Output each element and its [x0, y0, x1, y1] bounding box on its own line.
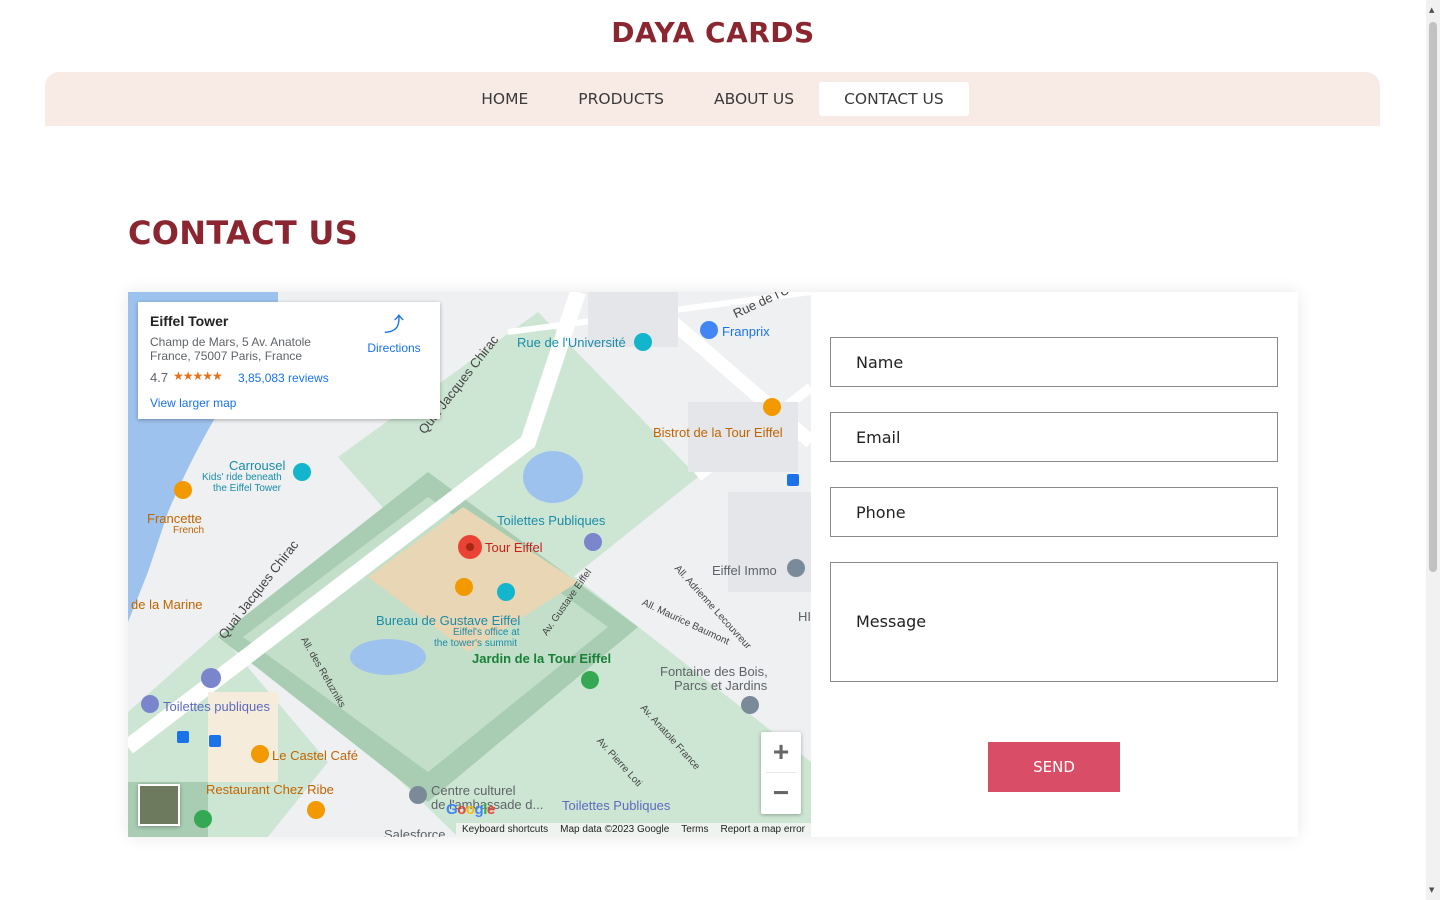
map-label-bureau: Bureau de Gustave Eiffel [376, 613, 521, 628]
main-navbar: HOME PRODUCTS ABOUT US CONTACT US [45, 72, 1380, 126]
zoom-out-button[interactable]: − [761, 773, 801, 813]
place-info-card: Eiffel Tower Champ de Mars, 5 Av. Anatol… [138, 302, 440, 419]
map-label-de-la-marine: de la Marine [131, 597, 203, 612]
phone-field[interactable] [830, 487, 1278, 537]
contact-form: SEND [811, 292, 1298, 837]
satellite-toggle[interactable] [138, 784, 180, 826]
map-label-francette: Francette [147, 511, 202, 526]
contact-page: DAYA CARDS HOME PRODUCTS ABOUT US CONTAC… [0, 0, 1440, 900]
map-label-toilettes-top: Toilettes Publiques [497, 513, 606, 528]
map-label-toilettes-bottom: Toilettes Publiques [562, 798, 671, 813]
map-attribution: Keyboard shortcuts Map data ©2023 Google… [455, 823, 811, 837]
send-button[interactable]: SEND [988, 742, 1120, 792]
place-address: Champ de Mars, 5 Av. Anatole France, 750… [150, 335, 311, 363]
map-label-jardin: Jardin de la Tour Eiffel [472, 651, 612, 666]
nav-item-home[interactable]: HOME [456, 82, 553, 116]
name-field[interactable] [830, 337, 1278, 387]
map-label-bureau-sub2: the tower's summit [434, 638, 518, 649]
nav-items: HOME PRODUCTS ABOUT US CONTACT US [45, 82, 1380, 116]
map-label-carrousel-sub2: the Eiffel Tower [213, 483, 282, 494]
place-rating: 4.7 [150, 370, 169, 385]
directions-icon: ⤴ [384, 314, 404, 336]
keyboard-shortcuts-link[interactable]: Keyboard shortcuts [456, 823, 554, 837]
nav-item-products[interactable]: PRODUCTS [553, 82, 689, 116]
directions-button[interactable]: ⤴ Directions [356, 313, 432, 355]
map-label-fontaine: Fontaine des Bois, [660, 664, 768, 679]
map-label-bistrot: Bistrot de la Tour Eiffel [653, 425, 783, 440]
map-label-fontaine2: Parcs et Jardins [674, 678, 768, 693]
directions-label: Directions [367, 341, 421, 355]
map-label-centre: Centre culturel [431, 783, 516, 798]
scroll-up-icon[interactable]: ▲ [1429, 6, 1434, 14]
map-label-eiffel-immo: Eiffel Immo [712, 563, 777, 578]
page-title: CONTACT US [128, 214, 359, 252]
map-label-rue-universite: Rue de l'Université [517, 335, 626, 350]
map-label-tour-eiffel: Tour Eiffel [485, 540, 543, 555]
map-data-text: Map data ©2023 Google [560, 824, 670, 835]
message-field[interactable] [830, 562, 1278, 682]
view-larger-map-link[interactable]: View larger map [150, 396, 236, 410]
nav-item-about[interactable]: ABOUT US [689, 82, 819, 116]
report-map-error-link[interactable]: Report a map error [715, 823, 811, 837]
map-label-chez-ribe: Restaurant Chez Ribe [206, 782, 334, 797]
map-label-castel: Le Castel Café [272, 748, 358, 763]
embedded-map[interactable]: Rue de l'Université Franprix Rue de l'U … [128, 292, 811, 837]
zoom-in-button[interactable]: + [761, 732, 801, 772]
map-label-toilettes-left: Toilettes publiques [163, 699, 270, 714]
reviews-link[interactable]: 3,85,083 reviews [238, 371, 329, 385]
place-name: Eiffel Tower [150, 313, 229, 329]
google-logo: Google [446, 801, 495, 818]
map-label-hi: HI [798, 609, 811, 624]
map-label-francette-sub: French [173, 525, 205, 536]
page-scrollbar[interactable]: ▲ ▼ [1426, 0, 1440, 900]
map-label-carrousel: Carrousel [229, 458, 286, 473]
email-field[interactable] [830, 412, 1278, 462]
terms-link[interactable]: Terms [675, 823, 714, 837]
scroll-down-icon[interactable]: ▼ [1429, 886, 1434, 894]
map-label-franprix: Franprix [722, 324, 770, 339]
scroll-thumb[interactable] [1429, 22, 1437, 572]
map-zoom-control: + − [761, 732, 801, 814]
map-label-bureau-sub1: Eiffel's office at [453, 627, 520, 638]
contact-card: Rue de l'Université Franprix Rue de l'U … [128, 292, 1298, 837]
site-brand[interactable]: DAYA CARDS [0, 16, 1426, 49]
nav-item-contact[interactable]: CONTACT US [819, 82, 969, 116]
map-label-carrousel-sub1: Kids' ride beneath [202, 472, 282, 483]
rating-stars-icon: ★★★★★ [173, 369, 223, 383]
map-label-salesforce: Salesforce [384, 827, 446, 837]
